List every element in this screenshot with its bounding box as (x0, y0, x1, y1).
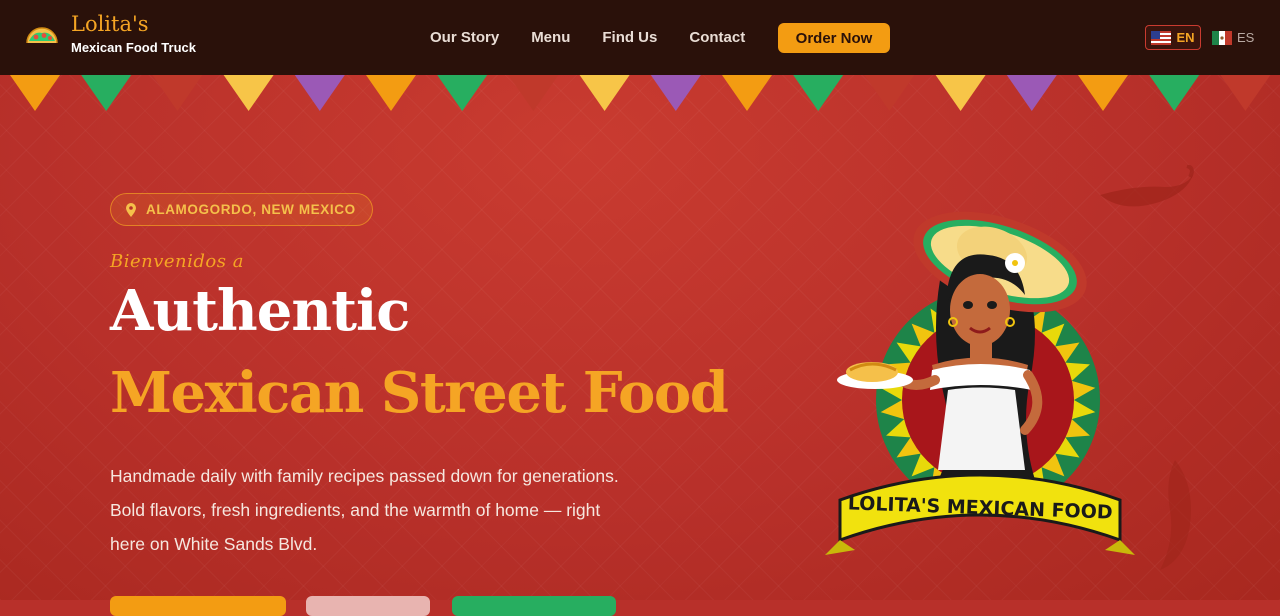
brand-name: Lolita's (71, 12, 149, 36)
bunting-flag (722, 75, 772, 111)
bunting-flag (1078, 75, 1128, 111)
language-en-label: EN (1176, 30, 1195, 45)
taco-icon (26, 27, 58, 44)
mexico-flag-icon (1212, 30, 1232, 45)
location-badge: ALAMOGORDO, NEW MEXICO (110, 193, 373, 226)
primary-cta-button[interactable] (110, 596, 286, 616)
order-now-button[interactable]: Order Now (778, 23, 890, 53)
nav-link-contact[interactable]: Contact (689, 29, 745, 46)
brand-logo[interactable]: Lolita's Mexican Food Truck (25, 14, 196, 54)
bunting-flag (650, 75, 701, 111)
lolitas-mascot-logo: LOLITA'S MEXICAN FOOD (825, 211, 1135, 555)
secondary-cta-button[interactable] (306, 596, 430, 616)
nav-link-our-story[interactable]: Our Story (430, 29, 499, 46)
bunting-flag (223, 75, 274, 111)
nav-link-menu[interactable]: Menu (531, 29, 570, 46)
bunting-flag (81, 75, 132, 111)
language-es-label: ES (1237, 30, 1255, 45)
bunting-flag (935, 75, 986, 111)
bunting-flag (508, 75, 559, 111)
papel-picado-bunting (10, 75, 1271, 111)
hero-heading-line2: Mexican Street Food (110, 360, 729, 426)
bunting-flag (579, 75, 630, 111)
bunting-flag (1006, 75, 1057, 111)
bunting-flag (366, 75, 416, 111)
top-navbar: Lolita's Mexican Food Truck Our Story Me… (0, 0, 1280, 75)
bunting-flag (437, 75, 488, 111)
welcome-greeting: Bienvenidos a (110, 251, 244, 272)
bunting-flag (864, 75, 915, 111)
chili-pepper-icon (1160, 460, 1191, 570)
bunting-flag (1149, 75, 1200, 111)
tertiary-cta-button[interactable] (452, 596, 616, 616)
bunting-flag (294, 75, 345, 111)
us-flag-icon (1151, 30, 1172, 45)
map-pin-icon (126, 202, 136, 217)
bunting-flag (10, 75, 60, 111)
brand-tagline: Mexican Food Truck (71, 40, 196, 55)
bunting-flag (152, 75, 203, 111)
language-es-button[interactable]: ES (1212, 25, 1254, 50)
bunting-flag (1220, 75, 1271, 111)
language-en-button[interactable]: EN (1145, 25, 1201, 50)
hero-heading-line1: Authentic (110, 278, 410, 344)
main-nav: Our Story Menu Find Us Contact (430, 0, 777, 75)
location-text: ALAMOGORDO, NEW MEXICO (146, 202, 356, 217)
nav-link-find-us[interactable]: Find Us (602, 29, 657, 46)
bunting-flag (793, 75, 844, 111)
hero-description: Handmade daily with family recipes passe… (110, 466, 619, 554)
